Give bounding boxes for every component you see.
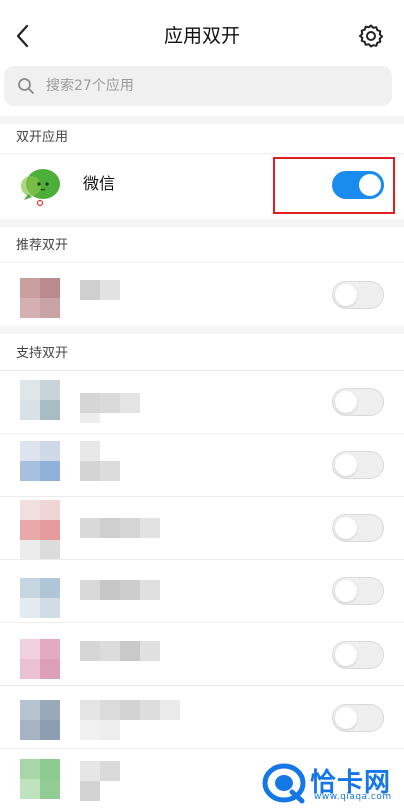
app-name-blurred [80,441,120,481]
watermark: 恰卡网 www.qiaqa.com [262,760,402,806]
section-label-supported: 支持双开 [16,346,69,361]
section-label-recommended: 推荐双开 [16,238,69,253]
list-item-supported[interactable] [0,371,404,433]
wechat-app-icon [21,169,60,207]
app-header: 应用双开 [0,0,404,64]
supported-dual-toggle[interactable] [332,388,384,416]
section-divider [0,116,404,124]
list-item-supported[interactable] [0,686,404,748]
app-name-blurred [80,580,160,600]
supported-dual-toggle[interactable] [332,451,384,479]
gear-icon[interactable] [357,22,385,50]
supported-dual-toggle[interactable] [332,641,384,669]
app-name-blurred [80,761,120,801]
list-item-supported[interactable] [0,623,404,685]
list-item-recommended[interactable] [0,263,404,325]
app-icon-blurred [20,380,60,420]
toggle-knob [335,517,357,539]
supported-dual-toggle[interactable] [332,704,384,732]
app-name-blurred [80,700,180,740]
app-name-blurred [80,383,140,423]
app-icon-blurred [20,278,60,318]
list-item-supported[interactable] [0,560,404,622]
highlight-box [273,157,395,214]
supported-dual-toggle[interactable] [332,514,384,542]
toggle-knob [335,391,357,413]
app-icon-blurred [20,441,60,481]
toggle-knob [335,284,357,306]
section-label-dual: 双开应用 [16,130,69,145]
search-bar[interactable] [4,66,392,106]
app-name: 微信 [83,174,116,193]
page-title: 应用双开 [163,25,240,47]
app-icon-blurred [20,759,60,799]
app-name-blurred [80,280,120,300]
recommended-dual-toggle[interactable] [332,281,384,309]
app-icon-blurred [20,500,60,560]
supported-dual-toggle[interactable] [332,577,384,605]
watermark-url: www.qiaqa.com [314,792,392,802]
search-input[interactable] [46,66,376,106]
app-icon-blurred [20,700,60,740]
watermark-logo-icon [262,763,306,804]
section-divider [0,326,404,334]
list-item-supported[interactable] [0,497,404,560]
search-icon [18,78,34,94]
app-icon-blurred [20,639,60,679]
app-icon-blurred [20,578,60,618]
app-name-blurred [80,518,160,538]
list-item-supported[interactable] [0,434,404,496]
section-divider [0,219,404,227]
toggle-knob [335,707,357,729]
toggle-knob [335,454,357,476]
app-name-blurred [80,641,160,661]
toggle-knob [335,580,357,602]
toggle-knob [335,644,357,666]
